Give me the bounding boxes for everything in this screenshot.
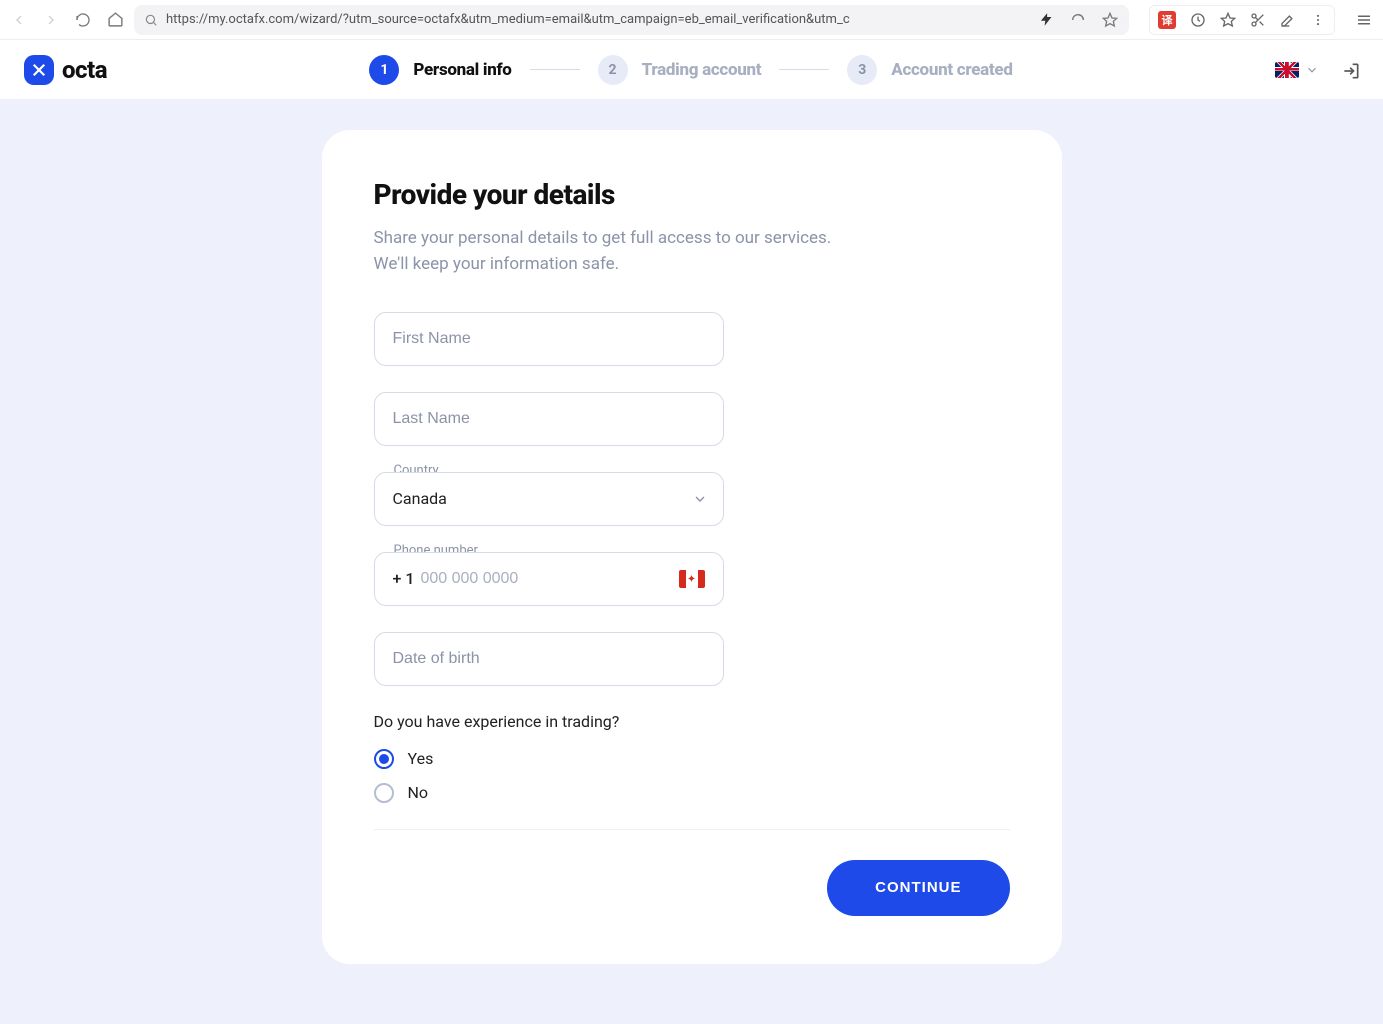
last-name-input[interactable] bbox=[374, 392, 724, 446]
logo-mark-icon bbox=[24, 55, 54, 85]
radio-icon bbox=[374, 749, 394, 769]
extensions-group: 译 bbox=[1149, 5, 1335, 35]
radio-icon bbox=[374, 783, 394, 803]
search-icon bbox=[144, 13, 158, 27]
details-card: Provide your details Share your personal… bbox=[322, 130, 1062, 964]
radio-label: No bbox=[408, 783, 429, 802]
chevron-down-icon bbox=[1305, 63, 1319, 77]
back-icon[interactable] bbox=[10, 11, 28, 29]
bolt-icon[interactable] bbox=[1037, 11, 1055, 29]
step-label: Personal info bbox=[413, 60, 511, 80]
browser-toolbar: https://my.octafx.com/wizard/?utm_source… bbox=[0, 0, 1383, 40]
flag-uk-icon bbox=[1275, 62, 1299, 78]
step-number: 2 bbox=[598, 55, 628, 85]
page-body: Provide your details Share your personal… bbox=[0, 100, 1383, 1024]
radio-label: Yes bbox=[408, 749, 434, 768]
step-number: 1 bbox=[369, 55, 399, 85]
address-bar[interactable]: https://my.octafx.com/wizard/?utm_source… bbox=[134, 5, 1129, 35]
step-account-created: 3 Account created bbox=[847, 55, 1012, 85]
date-of-birth-input[interactable] bbox=[374, 632, 724, 686]
step-divider bbox=[530, 69, 580, 70]
experience-question: Do you have experience in trading? bbox=[374, 712, 1010, 731]
home-icon[interactable] bbox=[106, 11, 124, 29]
wizard-stepper: 1 Personal info 2 Trading account 3 Acco… bbox=[107, 55, 1275, 85]
reload-icon[interactable] bbox=[74, 11, 92, 29]
history-icon[interactable] bbox=[1190, 12, 1206, 28]
app-header: octa 1 Personal info 2 Trading account 3… bbox=[0, 40, 1383, 100]
more-icon[interactable] bbox=[1310, 12, 1326, 28]
step-personal-info: 1 Personal info bbox=[369, 55, 511, 85]
subtitle-line: We'll keep your information safe. bbox=[374, 254, 620, 274]
logout-icon[interactable] bbox=[1341, 61, 1359, 79]
radio-option-no[interactable]: No bbox=[374, 783, 1010, 803]
page-subtitle: Share your personal details to get full … bbox=[374, 225, 1010, 278]
hamburger-menu-icon[interactable] bbox=[1355, 11, 1373, 29]
brand-name: octa bbox=[62, 56, 107, 84]
phone-input[interactable] bbox=[420, 570, 670, 588]
bookmark-star-icon[interactable] bbox=[1101, 11, 1119, 29]
divider bbox=[374, 829, 1010, 830]
step-trading-account: 2 Trading account bbox=[598, 55, 762, 85]
continue-button[interactable]: CONTINUE bbox=[827, 860, 1009, 916]
subtitle-line: Share your personal details to get full … bbox=[374, 228, 832, 248]
flag-canada-icon: ✦ bbox=[679, 570, 705, 588]
brand-logo[interactable]: octa bbox=[24, 55, 107, 85]
radio-option-yes[interactable]: Yes bbox=[374, 749, 1010, 769]
url-text: https://my.octafx.com/wizard/?utm_source… bbox=[166, 12, 1029, 27]
share-icon[interactable] bbox=[1069, 11, 1087, 29]
step-label: Account created bbox=[891, 60, 1012, 80]
forward-icon[interactable] bbox=[42, 11, 60, 29]
phone-prefix: + 1 bbox=[393, 569, 415, 588]
translate-extension-icon[interactable]: 译 bbox=[1158, 11, 1176, 29]
step-label: Trading account bbox=[642, 60, 762, 80]
step-number: 3 bbox=[847, 55, 877, 85]
country-select[interactable]: Canada bbox=[374, 472, 724, 526]
favorites-icon[interactable] bbox=[1220, 12, 1236, 28]
phone-field[interactable]: + 1 ✦ bbox=[374, 552, 724, 606]
scissors-icon[interactable] bbox=[1250, 12, 1266, 28]
page-title: Provide your details bbox=[374, 178, 1010, 211]
language-selector[interactable] bbox=[1275, 62, 1319, 78]
first-name-input[interactable] bbox=[374, 312, 724, 366]
edit-icon[interactable] bbox=[1280, 12, 1296, 28]
step-divider bbox=[779, 69, 829, 70]
country-value: Canada bbox=[393, 489, 447, 508]
